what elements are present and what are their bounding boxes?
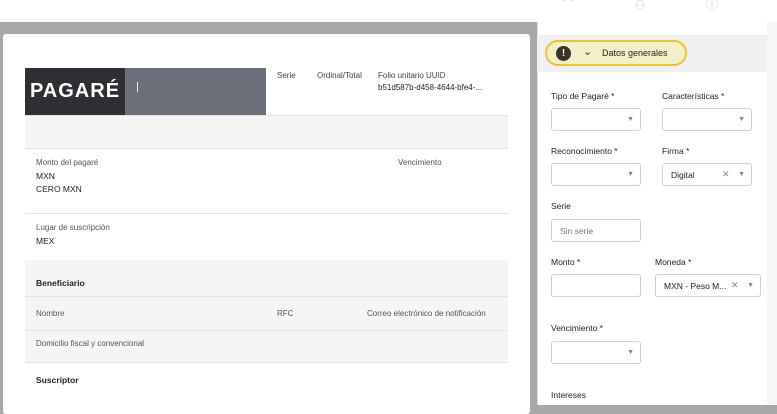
serie-placeholder: Sin serie bbox=[560, 226, 594, 236]
chevron-down-icon: ▼ bbox=[627, 171, 634, 178]
caracteristicas-select[interactable]: ▼ bbox=[662, 108, 752, 131]
serie-input[interactable]: Sin serie bbox=[551, 219, 641, 242]
chevron-down-icon: ▼ bbox=[627, 116, 634, 123]
tipo-select[interactable]: ▼ bbox=[551, 108, 641, 131]
scrollbar[interactable] bbox=[767, 22, 777, 405]
folio-value: b51d587b-d458-4644-bfe4-... bbox=[378, 83, 483, 92]
monto-currency: MXN bbox=[36, 171, 55, 181]
chevron-down-icon: ▼ bbox=[747, 282, 754, 289]
domicilio-label: Domicilio fiscal y convencional bbox=[36, 339, 145, 348]
vencimiento-select[interactable]: ▼ bbox=[551, 341, 641, 364]
tipo-label: Tipo de Pagaré * bbox=[551, 91, 615, 101]
reconocimiento-select[interactable]: ▼ bbox=[551, 163, 641, 186]
lugar-label: Lugar de suscripción bbox=[36, 223, 110, 232]
moneda-select[interactable]: MXN - Peso M... ✕ ▼ bbox=[655, 274, 761, 297]
caracteristicas-label: Características * bbox=[662, 91, 725, 101]
vencimiento-label: Vencimiento * bbox=[551, 323, 603, 333]
info-icon[interactable]: ⓘ bbox=[704, 0, 720, 11]
clear-icon[interactable]: ✕ bbox=[731, 280, 739, 291]
paperclip-icon[interactable]: ⌒ bbox=[560, 0, 576, 11]
nombre-label: Nombre bbox=[36, 309, 65, 318]
document-title-field[interactable] bbox=[125, 68, 266, 115]
beneficiario-title: Beneficiario bbox=[36, 278, 85, 288]
monto-label: Monto del pagaré bbox=[36, 158, 99, 167]
divider bbox=[25, 330, 508, 331]
reconocimiento-label: Reconocimiento * bbox=[551, 146, 618, 156]
firma-label: Firma * bbox=[662, 146, 690, 156]
monto-input[interactable] bbox=[551, 274, 641, 297]
section-title[interactable]: Datos generales bbox=[602, 48, 668, 58]
divider bbox=[25, 148, 508, 149]
moneda-value: MXN - Peso M... bbox=[664, 281, 727, 291]
ordinal-header-label: Ordinal/Total bbox=[317, 71, 362, 80]
monto-text: CERO MXN bbox=[36, 184, 82, 194]
suscriptor-title: Suscriptor bbox=[36, 375, 79, 385]
lugar-value: MEX bbox=[36, 236, 55, 246]
rfc-label: RFC bbox=[277, 309, 294, 318]
correo-label: Correo electrónico de notificación bbox=[367, 309, 486, 318]
users-icon[interactable]: ⚇ bbox=[632, 0, 648, 11]
divider bbox=[25, 296, 508, 297]
chevron-down-icon: ▼ bbox=[627, 349, 634, 356]
firma-value: Digital bbox=[671, 170, 695, 180]
monto-label: Monto * bbox=[551, 257, 581, 267]
document-title: PAGARÉ bbox=[25, 68, 125, 115]
serie-label: Serie bbox=[551, 201, 571, 211]
moneda-label: Moneda * bbox=[655, 257, 692, 267]
divider bbox=[25, 362, 508, 363]
empty-band bbox=[25, 116, 508, 148]
top-toolbar: ⌒ ⚇ ⓘ bbox=[0, 0, 777, 22]
divider bbox=[25, 213, 508, 214]
firma-select[interactable]: Digital ✕ ▼ bbox=[662, 163, 752, 186]
serie-header-label: Serie bbox=[277, 71, 296, 80]
chevron-down-icon[interactable]: ⌄ bbox=[583, 45, 592, 58]
vencimiento-label: Vencimiento bbox=[398, 158, 442, 167]
clear-icon[interactable]: ✕ bbox=[722, 169, 730, 180]
folio-header-label: Folio unitario UUID bbox=[378, 71, 446, 80]
chevron-down-icon: ▼ bbox=[738, 171, 745, 178]
intereses-label: Intereses bbox=[551, 390, 586, 400]
warning-icon: ! bbox=[556, 46, 571, 61]
chevron-down-icon: ▼ bbox=[738, 116, 745, 123]
